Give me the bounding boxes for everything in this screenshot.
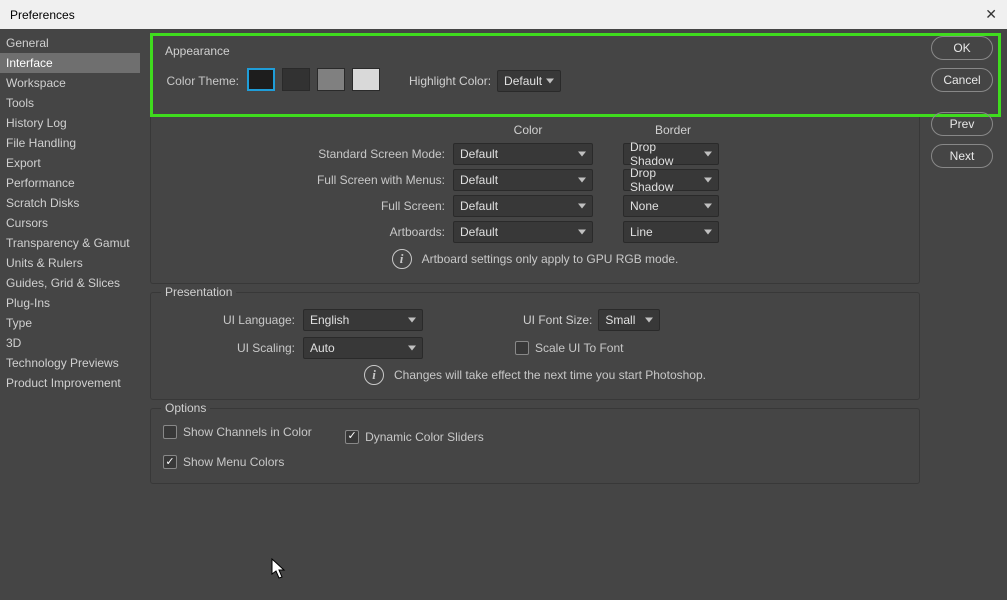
checkbox-icon bbox=[345, 430, 359, 444]
checkbox-icon bbox=[163, 455, 177, 469]
prev-button[interactable]: Prev bbox=[931, 112, 993, 136]
ui-font-size-label: UI Font Size: bbox=[523, 313, 592, 327]
color-theme-swatches bbox=[247, 68, 387, 94]
sidebar-item-type[interactable]: Type bbox=[0, 313, 140, 333]
sidebar-item-file-handling[interactable]: File Handling bbox=[0, 133, 140, 153]
sidebar-item-product-improvement[interactable]: Product Improvement bbox=[0, 373, 140, 393]
sidebar-item-tools[interactable]: Tools bbox=[0, 93, 140, 113]
ui-scaling-label: UI Scaling: bbox=[163, 341, 303, 355]
appearance-title: Appearance bbox=[165, 44, 986, 58]
window-title: Preferences bbox=[10, 8, 75, 22]
color-select[interactable]: Default bbox=[453, 221, 593, 243]
color-theme-swatch[interactable] bbox=[247, 68, 275, 91]
appearance-highlight: Appearance Color Theme: Highlight Color:… bbox=[150, 33, 1001, 117]
sidebar-item-guides-grid-slices[interactable]: Guides, Grid & Slices bbox=[0, 273, 140, 293]
sidebar-item-interface[interactable]: Interface bbox=[0, 53, 140, 73]
sidebar-item-performance[interactable]: Performance bbox=[0, 173, 140, 193]
color-theme-swatch[interactable] bbox=[282, 68, 310, 91]
sidebar-item-history-log[interactable]: History Log bbox=[0, 113, 140, 133]
scale-ui-to-font-check[interactable]: Scale UI To Font bbox=[515, 341, 624, 355]
sidebar-item-plug-ins[interactable]: Plug-Ins bbox=[0, 293, 140, 313]
row-label: Full Screen: bbox=[303, 199, 453, 213]
presentation-legend: Presentation bbox=[161, 285, 236, 299]
screen-mode-row: Artboards:Default Line bbox=[303, 221, 907, 243]
appearance-note: Artboard settings only apply to GPU RGB … bbox=[422, 252, 679, 266]
sidebar-item-units-rulers[interactable]: Units & Rulers bbox=[0, 253, 140, 273]
color-theme-label: Color Theme: bbox=[165, 74, 247, 88]
sidebar-item-cursors[interactable]: Cursors bbox=[0, 213, 140, 233]
ok-button[interactable]: OK bbox=[931, 36, 993, 60]
row-label: Full Screen with Menus: bbox=[303, 173, 453, 187]
sidebar-item-technology-previews[interactable]: Technology Previews bbox=[0, 353, 140, 373]
checkbox-icon bbox=[163, 425, 177, 439]
ui-font-size-select[interactable]: Small bbox=[598, 309, 660, 331]
border-select[interactable]: Drop Shadow bbox=[623, 169, 719, 191]
row-label: Standard Screen Mode: bbox=[303, 147, 453, 161]
border-select[interactable]: None bbox=[623, 195, 719, 217]
highlight-color-label: Highlight Color: bbox=[409, 74, 491, 88]
col-header-border: Border bbox=[623, 123, 723, 137]
ui-scaling-select[interactable]: Auto bbox=[303, 337, 423, 359]
cancel-button[interactable]: Cancel bbox=[931, 68, 993, 92]
screen-mode-row: Standard Screen Mode:Default Drop Shadow bbox=[303, 143, 907, 165]
scale-ui-label: Scale UI To Font bbox=[535, 341, 624, 355]
sidebar-item-general[interactable]: General bbox=[0, 33, 140, 53]
options-legend: Options bbox=[161, 401, 210, 415]
titlebar: Preferences ✕ bbox=[0, 0, 1007, 29]
mouse-cursor-icon bbox=[271, 558, 287, 578]
sidebar-item-transparency-gamut[interactable]: Transparency & Gamut bbox=[0, 233, 140, 253]
info-icon: i bbox=[392, 249, 412, 269]
sidebar: GeneralInterfaceWorkspaceToolsHistory Lo… bbox=[0, 29, 140, 600]
close-icon[interactable]: ✕ bbox=[985, 6, 997, 23]
border-select[interactable]: Line bbox=[623, 221, 719, 243]
next-button[interactable]: Next bbox=[931, 144, 993, 168]
border-select[interactable]: Drop Shadow bbox=[623, 143, 719, 165]
screen-mode-row: Full Screen with Menus:Default Drop Shado… bbox=[303, 169, 907, 191]
checkbox-icon bbox=[515, 341, 529, 355]
sidebar-item-workspace[interactable]: Workspace bbox=[0, 73, 140, 93]
info-icon: i bbox=[364, 365, 384, 385]
sidebar-item-export[interactable]: Export bbox=[0, 153, 140, 173]
presentation-note: Changes will take effect the next time y… bbox=[394, 368, 706, 382]
sidebar-item-scratch-disks[interactable]: Scratch Disks bbox=[0, 193, 140, 213]
row-label: Artboards: bbox=[303, 225, 453, 239]
color-select[interactable]: Default bbox=[453, 169, 593, 191]
color-select[interactable]: Default bbox=[453, 143, 593, 165]
show-menu-colors-check[interactable]: Show Menu Colors bbox=[163, 455, 284, 469]
content-area: Appearance Color Theme: Highlight Color:… bbox=[140, 29, 1007, 600]
color-theme-swatch[interactable] bbox=[317, 68, 345, 91]
show-channels-check[interactable]: Show Channels in Color bbox=[163, 425, 312, 439]
col-header-color: Color bbox=[453, 123, 603, 137]
dynamic-sliders-check[interactable]: Dynamic Color Sliders bbox=[345, 430, 484, 444]
dialog-buttons: OK Cancel Prev Next bbox=[931, 36, 993, 168]
screen-mode-row: Full Screen:Default None bbox=[303, 195, 907, 217]
sidebar-item-3d[interactable]: 3D bbox=[0, 333, 140, 353]
highlight-color-select[interactable]: Default bbox=[497, 70, 561, 92]
color-select[interactable]: Default bbox=[453, 195, 593, 217]
color-theme-swatch[interactable] bbox=[352, 68, 380, 91]
ui-language-label: UI Language: bbox=[163, 313, 303, 327]
ui-language-select[interactable]: English bbox=[303, 309, 423, 331]
